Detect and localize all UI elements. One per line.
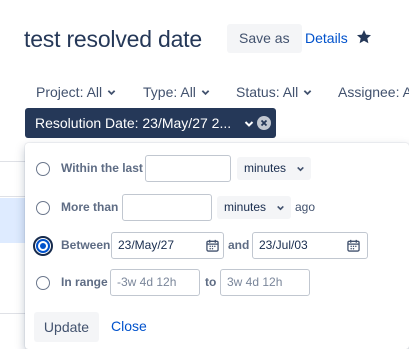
chevron-down-icon: [277, 205, 284, 211]
more-than-suffix: ago: [295, 200, 316, 214]
project-filter[interactable]: Project: All: [36, 84, 116, 100]
in-range-radio[interactable]: [36, 276, 50, 290]
type-filter-label: Type: All: [143, 84, 196, 100]
update-button[interactable]: Update: [34, 312, 99, 342]
chevron-down-icon: [201, 89, 210, 95]
background-list: [0, 138, 26, 349]
within-last-row: Within the last minutes: [25, 155, 409, 183]
chevron-down-icon: [297, 166, 304, 172]
chevron-down-icon: [303, 89, 312, 95]
within-last-radio[interactable]: [36, 162, 50, 176]
between-row: Between 23/May/27 and 23/Jul/03: [25, 232, 409, 260]
within-last-label: Within the last: [61, 161, 143, 175]
header: test resolved date Save as Details: [0, 0, 409, 78]
divider: [0, 161, 26, 162]
between-radio[interactable]: [36, 239, 50, 253]
within-last-unit-value: minutes: [244, 161, 287, 175]
assignee-filter[interactable]: Assignee: A: [338, 84, 409, 100]
status-filter-label: Status: All: [236, 84, 299, 100]
more-than-unit-select[interactable]: minutes: [217, 196, 291, 219]
page-title: test resolved date: [24, 26, 202, 52]
resolution-date-filter[interactable]: Resolution Date: 23/May/27 2...: [25, 108, 276, 138]
more-than-unit-value: minutes: [224, 200, 267, 214]
in-range-row: In range -3w 4d 12h to 3w 4d 12h: [25, 269, 409, 297]
star-icon[interactable]: [356, 29, 372, 45]
more-than-input[interactable]: [122, 194, 212, 221]
close-link[interactable]: Close: [111, 318, 147, 334]
in-range-label: In range: [61, 275, 108, 289]
more-than-label: More than: [61, 200, 119, 214]
date-filter-panel: Within the last minutes More than minute…: [25, 143, 409, 349]
clear-icon[interactable]: [257, 116, 271, 130]
divider: [0, 196, 26, 197]
more-than-row: More than minutes ago: [25, 194, 409, 222]
within-last-unit-select[interactable]: minutes: [237, 157, 311, 180]
divider: [0, 313, 26, 314]
status-filter[interactable]: Status: All: [236, 84, 312, 100]
type-filter[interactable]: Type: All: [143, 84, 210, 100]
chevron-down-icon: [244, 121, 254, 127]
between-joiner: and: [228, 238, 250, 252]
in-range-joiner: to: [205, 275, 217, 289]
chevron-down-icon: [107, 89, 116, 95]
selected-row-highlight: [0, 198, 26, 243]
project-filter-label: Project: All: [36, 84, 103, 100]
calendar-icon[interactable]: [347, 239, 360, 252]
in-range-to-input[interactable]: 3w 4d 12h: [220, 269, 310, 296]
within-last-input[interactable]: [145, 155, 231, 182]
more-than-radio[interactable]: [36, 201, 50, 215]
between-label: Between: [61, 238, 111, 252]
resolution-date-filter-label: Resolution Date: 23/May/27 2...: [35, 115, 232, 131]
filter-bar: Project: All Type: All Status: All Assig…: [0, 78, 409, 108]
details-link[interactable]: Details: [305, 30, 348, 46]
save-as-button[interactable]: Save as: [227, 24, 302, 53]
assignee-filter-label: Assignee: A: [338, 84, 409, 100]
in-range-from-input[interactable]: -3w 4d 12h: [110, 269, 200, 296]
calendar-icon[interactable]: [206, 239, 219, 252]
